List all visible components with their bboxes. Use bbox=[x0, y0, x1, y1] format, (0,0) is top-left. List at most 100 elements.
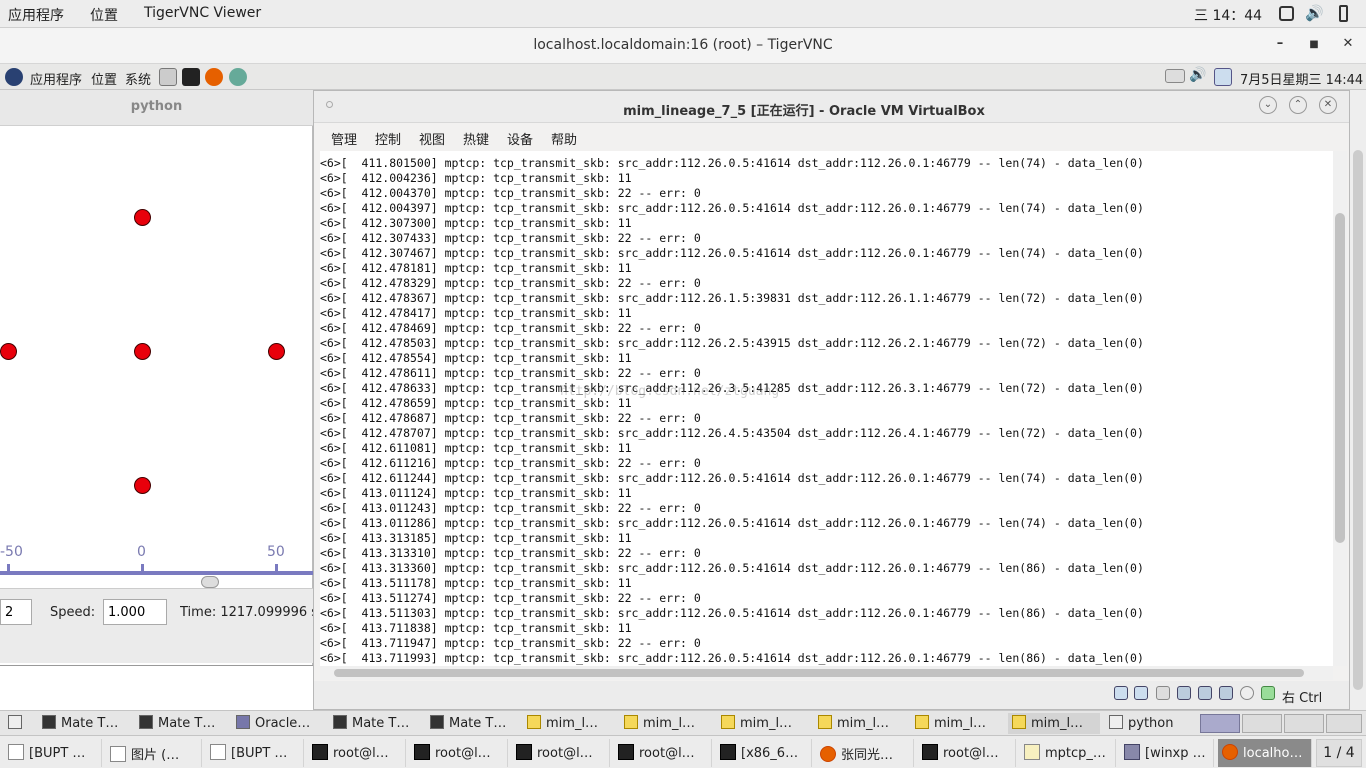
virtualbox-window: mim_lineage_7_5 [正在运行] - Oracle VM Virtu… bbox=[313, 90, 1350, 710]
usb-icon[interactable] bbox=[1198, 686, 1212, 700]
console-line: <6>[ 413.011243] mptcp: tcp_transmit_skb… bbox=[320, 501, 701, 515]
host-task-item[interactable]: root@l… bbox=[614, 739, 712, 767]
remote-datetime[interactable]: 7月5日星期三 14:44 bbox=[1240, 69, 1363, 88]
console-line: <6>[ 412.307300] mptcp: tcp_transmit_skb… bbox=[320, 216, 632, 230]
menu-view[interactable]: 视图 bbox=[419, 129, 445, 148]
workspace-4[interactable] bbox=[1326, 714, 1362, 733]
show-desktop-icon[interactable] bbox=[4, 713, 32, 734]
network-node[interactable] bbox=[268, 343, 285, 360]
python-control-bar: Speed: Time: 1217.099996 s bbox=[0, 588, 313, 663]
menu-help[interactable]: 帮助 bbox=[551, 129, 577, 148]
taskbar-item[interactable]: mim_l… bbox=[717, 713, 809, 734]
host-task-item[interactable]: [BUPT … bbox=[206, 739, 304, 767]
host-app-name[interactable]: TigerVNC Viewer bbox=[144, 5, 261, 21]
network-adapter-icon[interactable] bbox=[1177, 686, 1191, 700]
display-icon[interactable] bbox=[1214, 68, 1232, 86]
host-task-item[interactable]: [winxp … bbox=[1120, 739, 1214, 767]
remote-top-panel: 应用程序 位置 系统 🔊 7月5日星期三 14:44 bbox=[0, 64, 1366, 90]
volume-icon[interactable]: 🔊 bbox=[1305, 4, 1324, 22]
remote-places-menu[interactable]: 位置 bbox=[91, 69, 117, 88]
network-icon[interactable] bbox=[229, 68, 247, 86]
horizontal-scroll-handle[interactable] bbox=[201, 576, 219, 588]
floppy-icon[interactable] bbox=[1156, 686, 1170, 700]
capture-icon[interactable] bbox=[1240, 686, 1254, 700]
remote-system-menu[interactable]: 系统 bbox=[125, 69, 151, 88]
firefox-icon[interactable] bbox=[205, 68, 223, 86]
host-task-item[interactable]: root@l… bbox=[308, 739, 406, 767]
virtualbox-statusbar: 右 Ctrl bbox=[314, 681, 1349, 709]
workspace-2[interactable] bbox=[1242, 714, 1282, 733]
remote-taskbar: Mate T… Mate T… Oracle… Mate T… Mate T… … bbox=[0, 710, 1366, 735]
vb-maximize-button[interactable]: ⌃ bbox=[1289, 96, 1307, 114]
host-clock[interactable]: 三 14：44 bbox=[1194, 5, 1262, 25]
minimize-button[interactable]: – bbox=[1270, 36, 1290, 51]
console-line: <6>[ 412.611244] mptcp: tcp_transmit_skb… bbox=[320, 471, 1144, 485]
menu-manage[interactable]: 管理 bbox=[331, 129, 357, 148]
host-taskbar: [BUPT … 图片 (… [BUPT … root@l… root@l… ro… bbox=[0, 735, 1366, 768]
maximize-button[interactable]: ■ bbox=[1304, 39, 1324, 50]
workspace-3[interactable] bbox=[1284, 714, 1324, 733]
remote-scroll-thumb[interactable] bbox=[1353, 150, 1363, 690]
arrow-down-icon[interactable] bbox=[1261, 686, 1275, 700]
hdd-icon[interactable] bbox=[1114, 686, 1128, 700]
console-line: <6>[ 413.313310] mptcp: tcp_transmit_skb… bbox=[320, 546, 701, 560]
shared-folder-icon[interactable] bbox=[1219, 686, 1233, 700]
menu-hotkey[interactable]: 热键 bbox=[463, 129, 489, 148]
host-task-item[interactable]: root@l… bbox=[918, 739, 1016, 767]
remote-apps-menu[interactable]: 应用程序 bbox=[30, 69, 82, 88]
taskbar-item[interactable]: mim_l… bbox=[814, 713, 906, 734]
keyboard-icon[interactable] bbox=[1165, 69, 1185, 83]
vertical-scroll-thumb[interactable] bbox=[1335, 213, 1345, 543]
taskbar-item[interactable]: Mate T… bbox=[329, 713, 421, 734]
host-task-item[interactable]: root@l… bbox=[410, 739, 508, 767]
optical-drive-icon[interactable] bbox=[1134, 686, 1148, 700]
workspace-1[interactable] bbox=[1200, 714, 1240, 733]
vm-console[interactable]: <6>[ 411.801500] mptcp: tcp_transmit_skb… bbox=[320, 151, 1333, 666]
screen-icon[interactable] bbox=[1279, 6, 1294, 21]
taskbar-item[interactable]: Oracle… bbox=[232, 713, 324, 734]
remote-volume-icon[interactable]: 🔊 bbox=[1189, 67, 1206, 83]
console-line: <6>[ 412.004236] mptcp: tcp_transmit_skb… bbox=[320, 171, 632, 185]
files-icon[interactable] bbox=[159, 68, 177, 86]
console-vertical-scrollbar[interactable] bbox=[1333, 151, 1347, 666]
vb-close-button[interactable]: ✕ bbox=[1319, 96, 1337, 114]
menu-control[interactable]: 控制 bbox=[375, 129, 401, 148]
network-node[interactable] bbox=[0, 343, 17, 360]
vb-minimize-button[interactable]: ⌄ bbox=[1259, 96, 1277, 114]
python-window-title: python bbox=[0, 90, 313, 126]
workspace-indicator[interactable]: 1 / 4 bbox=[1316, 739, 1362, 767]
taskbar-item[interactable]: Mate T… bbox=[426, 713, 518, 734]
taskbar-item-active[interactable]: mim_l… bbox=[1008, 713, 1100, 734]
network-node[interactable] bbox=[134, 209, 151, 226]
console-line: <6>[ 413.011124] mptcp: tcp_transmit_skb… bbox=[320, 486, 632, 500]
fedora-logo-icon[interactable] bbox=[5, 68, 23, 86]
network-node[interactable] bbox=[134, 343, 151, 360]
host-apps-menu[interactable]: 应用程序 bbox=[8, 5, 64, 25]
speed-spinbox[interactable] bbox=[103, 599, 167, 625]
taskbar-item[interactable]: mim_l… bbox=[911, 713, 1003, 734]
taskbar-item[interactable]: python bbox=[1105, 713, 1197, 734]
taskbar-item[interactable]: mim_l… bbox=[620, 713, 712, 734]
step-spinbox[interactable] bbox=[0, 599, 32, 625]
host-places-menu[interactable]: 位置 bbox=[90, 5, 118, 25]
console-horizontal-scrollbar[interactable] bbox=[320, 666, 1333, 680]
console-line: <6>[ 413.313185] mptcp: tcp_transmit_skb… bbox=[320, 531, 632, 545]
menu-devices[interactable]: 设备 bbox=[507, 129, 533, 148]
host-task-item[interactable]: [BUPT … bbox=[4, 739, 102, 767]
host-task-item[interactable]: mptcp_… bbox=[1020, 739, 1116, 767]
taskbar-item[interactable]: mim_l… bbox=[523, 713, 615, 734]
console-line: <6>[ 412.307467] mptcp: tcp_transmit_skb… bbox=[320, 246, 1144, 260]
terminal-icon[interactable] bbox=[182, 68, 200, 86]
horizontal-scroll-thumb[interactable] bbox=[334, 669, 1304, 677]
battery-icon[interactable] bbox=[1339, 5, 1348, 22]
host-task-item[interactable]: [x86_6… bbox=[716, 739, 812, 767]
host-task-item[interactable]: 图片 (… bbox=[106, 739, 202, 767]
host-task-item[interactable]: 张同光… bbox=[816, 739, 914, 767]
console-line: <6>[ 413.511274] mptcp: tcp_transmit_skb… bbox=[320, 591, 701, 605]
network-node[interactable] bbox=[134, 477, 151, 494]
host-task-item[interactable]: root@l… bbox=[512, 739, 610, 767]
host-task-item-active[interactable]: localho… bbox=[1218, 739, 1312, 767]
taskbar-item[interactable]: Mate T… bbox=[135, 713, 227, 734]
close-button[interactable]: ✕ bbox=[1338, 36, 1358, 51]
taskbar-item[interactable]: Mate T… bbox=[38, 713, 130, 734]
